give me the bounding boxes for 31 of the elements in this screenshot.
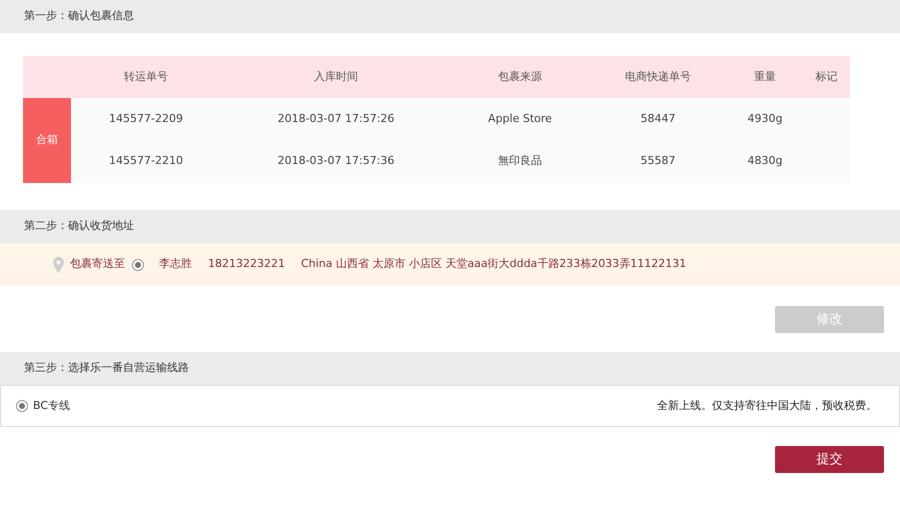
table-cell-text: 2018-03-07 17:57:36 [278, 153, 394, 170]
column-header: 转运单号 [124, 68, 168, 85]
section-title: 第二步：确认收货地址 [24, 218, 134, 234]
column-header: 重量 [754, 68, 776, 85]
route-note: 全新上线。仅支持寄往中国大陆，预收税费。 [657, 398, 877, 414]
table-cell-text: 4830g [748, 153, 782, 170]
table-cell-text: 無印良品 [498, 153, 542, 170]
radio-button[interactable] [16, 400, 28, 412]
table-cell-text: 145577-2209 [109, 110, 183, 127]
column-header: 入库时间 [314, 68, 358, 85]
group-label: 合箱 [23, 98, 71, 183]
submit-button[interactable]: 提交 [775, 446, 884, 473]
table-cell-text: Apple Store [488, 110, 552, 127]
route-option[interactable]: BC专线 全新上线。仅支持寄往中国大陆，预收税费。 [0, 385, 900, 427]
column-header: 包裹来源 [498, 68, 542, 85]
column-header: 标记 [816, 68, 838, 85]
radio-button[interactable] [132, 258, 144, 270]
address-text: China 山西省 太原市 小店区 天堂aaa街大dddа千路233栋2033弄11122131 [300, 256, 686, 272]
column-header: 电商快递单号 [625, 68, 691, 85]
table-cell-text: 145577-2210 [109, 153, 183, 170]
table-cell-text: 4930g [748, 110, 782, 127]
ship-to-label: 包裹寄送至 [70, 256, 125, 272]
table-cell-text: 2018-03-07 17:57:26 [278, 110, 394, 127]
section-title: 第三步：选择乐一番自营运输线路 [24, 360, 189, 376]
route-label: BC专线 [33, 398, 70, 414]
table-cell-text: 55587 [640, 153, 676, 170]
recipient-name: 李志胜 [159, 256, 192, 272]
section-title: 第一步：确认包裹信息 [24, 8, 134, 24]
phone-number: 18213223221 [208, 256, 285, 272]
location-pin-icon [53, 256, 64, 272]
table-cell-text: 58447 [640, 110, 676, 127]
